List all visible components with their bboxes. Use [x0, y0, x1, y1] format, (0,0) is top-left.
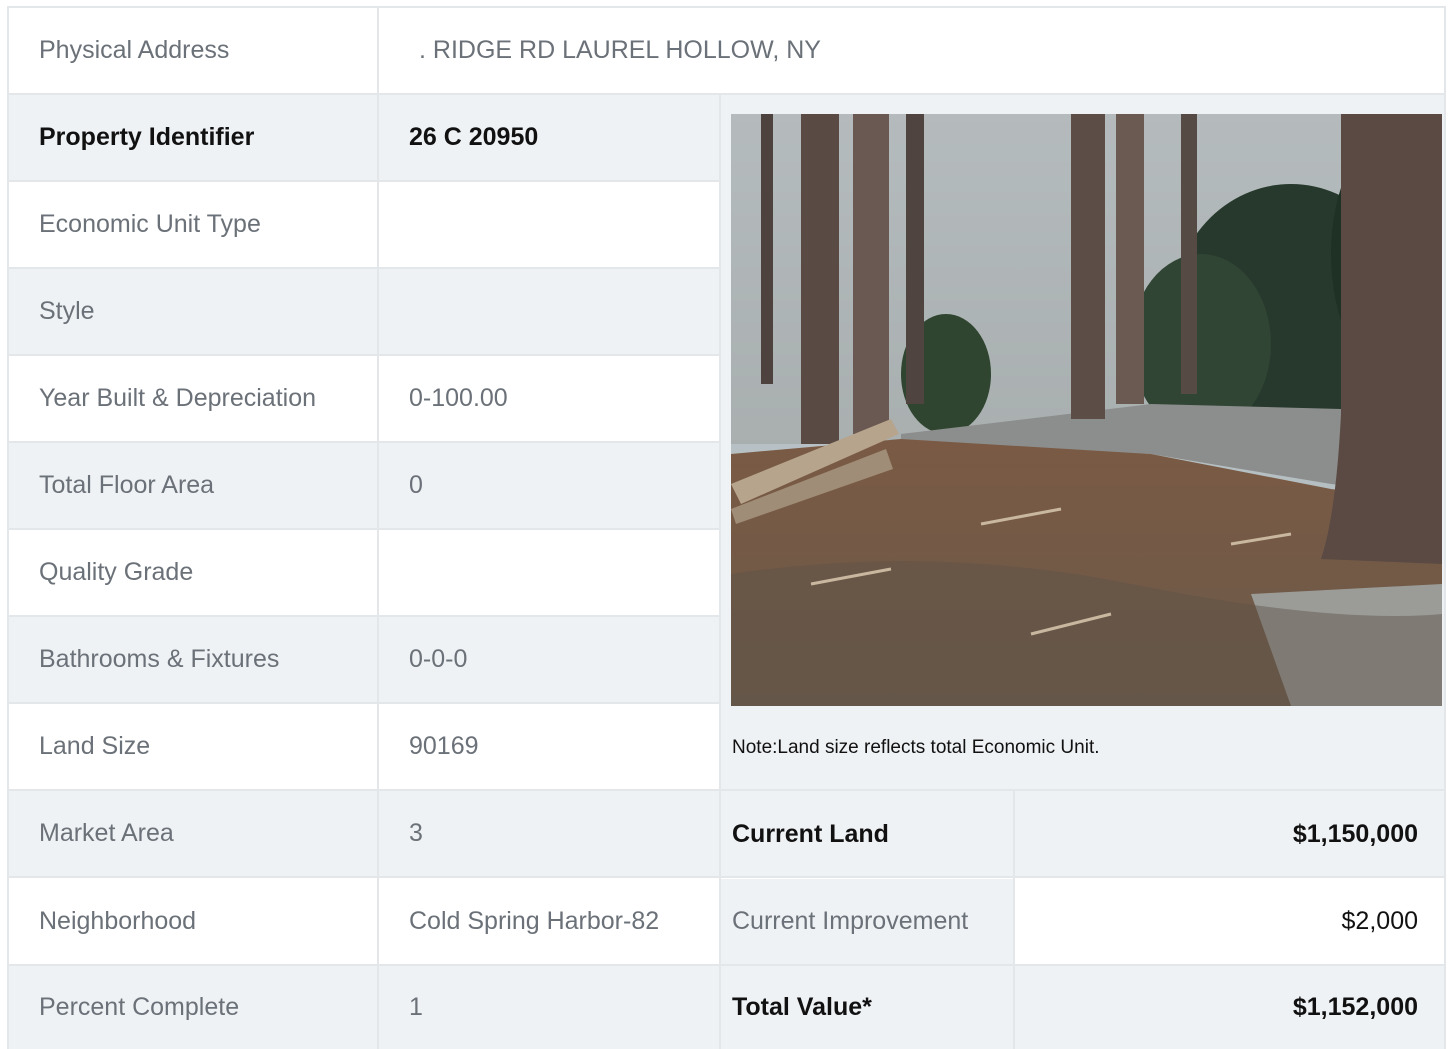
row-total-floor-area-label: Total Floor Area: [9, 443, 377, 528]
row-value: 1: [409, 993, 423, 1021]
row-style-label: Style: [9, 269, 377, 354]
divider: [7, 876, 1446, 878]
divider: [7, 441, 721, 443]
current-improvement-value: $2,000: [1015, 879, 1444, 964]
divider: [7, 615, 721, 617]
address-label-text: Physical Address: [39, 36, 230, 64]
row-percent-complete-label: Percent Complete: [9, 966, 377, 1049]
divider: [7, 267, 721, 269]
divider: [7, 354, 721, 356]
row-label: Total Floor Area: [39, 471, 215, 499]
row-market-area-label: Market Area: [9, 791, 377, 876]
row-value: 0-100.00: [409, 384, 508, 412]
divider: [7, 702, 721, 704]
address-label: Physical Address: [9, 8, 377, 93]
row-economic-unit-type-value: [379, 182, 719, 267]
row-value: 0: [409, 471, 423, 499]
row-land-size-value: 90169: [379, 704, 719, 789]
row-bathrooms-value: 0-0-0: [379, 617, 719, 702]
divider: [719, 93, 721, 1049]
divider: [7, 528, 721, 530]
row-label: Market Area: [39, 819, 174, 847]
divider: [377, 6, 379, 1049]
row-year-built-label: Year Built & Depreciation: [9, 356, 377, 441]
divider: [7, 964, 1446, 966]
row-bathrooms-label: Bathrooms & Fixtures: [9, 617, 377, 702]
row-label: Economic Unit Type: [39, 210, 261, 238]
address-value: . RIDGE RD LAUREL HOLLOW, NY: [379, 8, 1444, 93]
current-land-label: Current Land: [721, 791, 1013, 877]
row-economic-unit-type-label: Economic Unit Type: [9, 182, 377, 267]
row-value: 0-0-0: [409, 645, 468, 673]
value-label: Current Improvement: [732, 907, 969, 935]
row-market-area-value: 3: [379, 791, 719, 876]
row-label: Neighborhood: [39, 906, 197, 935]
row-total-floor-area-value: 0: [379, 443, 719, 528]
row-value: 26 C 20950: [409, 123, 539, 151]
land-size-note: Note:Land size reflects total Economic U…: [721, 706, 1444, 790]
address-value-text: . RIDGE RD LAUREL HOLLOW, NY: [419, 36, 821, 64]
current-land-value: $1,150,000: [1015, 791, 1444, 877]
row-label: Quality Grade: [39, 558, 194, 586]
row-property-identifier-label: Property Identifier: [9, 95, 377, 180]
current-improvement-label: Current Improvement: [721, 879, 1013, 964]
row-land-size-label: Land Size: [9, 704, 377, 789]
property-photo-image: [731, 114, 1442, 706]
total-value-value: $1,152,000: [1015, 966, 1444, 1049]
land-size-note-text: Note:Land size reflects total Economic U…: [732, 737, 1100, 758]
row-value: 90169: [409, 732, 479, 760]
row-value: Cold Spring Harbor-82: [409, 906, 660, 935]
row-value: 3: [409, 819, 423, 847]
row-quality-grade-value: [379, 530, 719, 615]
row-percent-complete-value: 1: [379, 966, 719, 1049]
row-label: Property Identifier: [39, 123, 255, 151]
divider: [7, 93, 1446, 95]
row-label: Style: [39, 297, 95, 325]
value-label: Current Land: [732, 819, 889, 848]
row-style-value: [379, 269, 719, 354]
row-year-built-value: 0-100.00: [379, 356, 719, 441]
row-label: Land Size: [39, 732, 151, 760]
value-amount: $1,150,000: [1292, 819, 1418, 848]
value-amount: $2,000: [1341, 907, 1418, 935]
divider: [7, 789, 1446, 791]
row-quality-grade-label: Quality Grade: [9, 530, 377, 615]
divider: [1013, 789, 1015, 1049]
row-label: Percent Complete: [39, 993, 240, 1021]
row-property-identifier-value: 26 C 20950: [379, 95, 719, 180]
row-neighborhood-value: Cold Spring Harbor-82: [379, 878, 719, 964]
row-label: Bathrooms & Fixtures: [39, 645, 280, 673]
row-neighborhood-label: Neighborhood: [9, 878, 377, 964]
value-label: Total Value*: [732, 993, 872, 1021]
total-value-label: Total Value*: [721, 966, 1013, 1049]
divider: [7, 180, 721, 182]
property-photo: [731, 114, 1442, 706]
value-amount: $1,152,000: [1292, 993, 1418, 1021]
row-label: Year Built & Depreciation: [39, 384, 317, 412]
